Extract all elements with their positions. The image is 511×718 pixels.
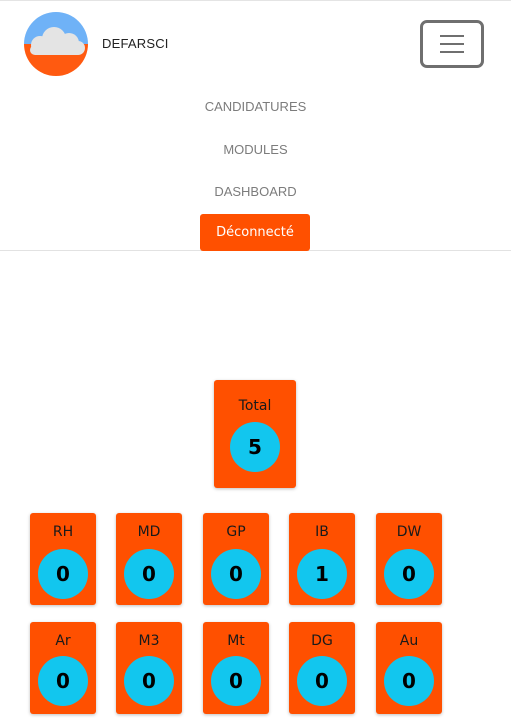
stat-card-count: 1 xyxy=(297,549,347,599)
stat-card-count: 0 xyxy=(384,656,434,706)
nav-link-dashboard[interactable]: DASHBOARD xyxy=(0,184,511,199)
stat-card-label: DW xyxy=(396,524,422,540)
stat-card-label: Ar xyxy=(55,633,71,649)
stat-card-md: MD 0 xyxy=(116,513,182,605)
hamburger-menu-icon xyxy=(440,35,464,37)
stat-card-count: 0 xyxy=(38,549,88,599)
stat-card-label: Total xyxy=(238,398,272,414)
stat-card-label: MD xyxy=(137,524,161,540)
stat-card-label: GP xyxy=(226,524,246,540)
stat-card-count: 0 xyxy=(297,656,347,706)
stat-card-dw: DW 0 xyxy=(376,513,442,605)
stat-card-au: Au 0 xyxy=(376,622,442,714)
nav-link-modules[interactable]: MODULES xyxy=(0,142,511,157)
stat-card-mt: Mt 0 xyxy=(203,622,269,714)
stat-card-count: 0 xyxy=(211,656,261,706)
hamburger-menu-icon xyxy=(440,51,464,53)
stat-card-m3: M3 0 xyxy=(116,622,182,714)
nav-link-candidatures[interactable]: CANDIDATURES xyxy=(0,99,511,114)
stat-card-count: 0 xyxy=(211,549,261,599)
stat-card-ar: Ar 0 xyxy=(30,622,96,714)
logout-button[interactable]: Déconnecté xyxy=(200,214,310,251)
stat-card-label: Mt xyxy=(227,633,245,649)
hamburger-menu-icon xyxy=(440,43,464,45)
stat-card-rh: RH 0 xyxy=(30,513,96,605)
stat-card-count: 0 xyxy=(124,656,174,706)
stat-card-label: M3 xyxy=(138,633,160,649)
stat-card-gp: GP 0 xyxy=(203,513,269,605)
stat-card-count: 0 xyxy=(38,656,88,706)
stat-card-dg: DG 0 xyxy=(289,622,355,714)
hamburger-menu-button[interactable] xyxy=(420,20,484,68)
stat-card-label: RH xyxy=(52,524,74,540)
stat-card-label: DG xyxy=(311,633,333,649)
stat-card-count: 0 xyxy=(384,549,434,599)
stat-card-count: 5 xyxy=(230,422,280,472)
stat-card-count: 0 xyxy=(124,549,174,599)
stat-card-label: IB xyxy=(315,524,329,540)
stat-card-ib: IB 1 xyxy=(289,513,355,605)
stat-card-total: Total 5 xyxy=(214,380,296,488)
brand-name[interactable]: DEFARSCI xyxy=(102,36,169,51)
stat-card-label: Au xyxy=(399,633,419,649)
cloud-sun-logo-icon[interactable] xyxy=(24,12,88,76)
navbar: DEFARSCI CANDIDATURES MODULES DASHBOARD … xyxy=(0,0,511,251)
